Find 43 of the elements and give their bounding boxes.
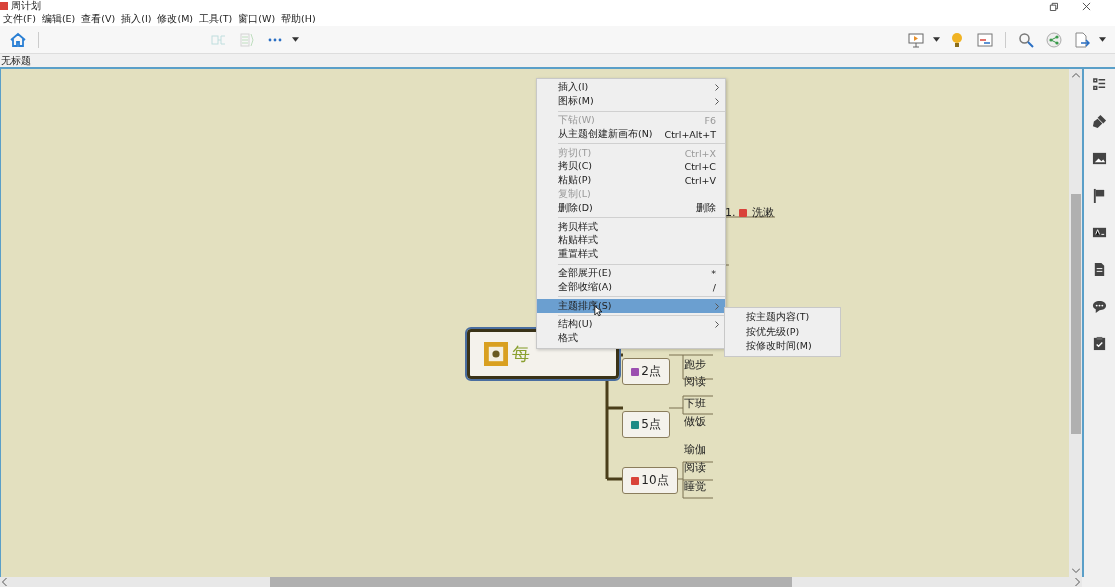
document-tab[interactable]: 无标题 <box>0 53 32 68</box>
subtopic[interactable]: 瑜伽 <box>684 442 706 458</box>
subtopic[interactable]: 下班 <box>684 396 706 412</box>
topic-text: 洗漱 <box>751 205 774 220</box>
context-menu-item[interactable]: 全部收缩(A) / <box>537 280 725 295</box>
context-menu-item[interactable]: 主题排序(S) <box>537 299 725 313</box>
context-menu-item[interactable]: 拷贝(C) Ctrl+C <box>537 160 725 174</box>
context-menu-item[interactable]: 全部展开(E) * <box>537 266 725 281</box>
topic-text: 5点 <box>641 416 661 433</box>
menu-item[interactable]: 插入(I) <box>118 12 155 26</box>
context-menu-item[interactable]: 删除(D) 删除 <box>537 201 725 216</box>
subtopic[interactable]: 跑步 <box>684 357 706 373</box>
topic-text: 10点 <box>641 472 669 489</box>
submenu-item[interactable]: 按主题内容(T) <box>725 310 840 325</box>
window-title: 周计划 <box>11 0 41 12</box>
menu-item[interactable]: 查看(V) <box>78 12 119 26</box>
context-menu-item[interactable]: 拷贝样式 <box>537 220 725 234</box>
subtopic[interactable]: 做饭 <box>684 414 706 430</box>
central-topic-text: 每 <box>512 342 530 366</box>
menu-item[interactable]: 编辑(E) <box>38 12 79 26</box>
submenu-item[interactable]: 按修改时间(M) <box>725 339 840 355</box>
topic-text: 2点 <box>641 363 661 380</box>
menu-item[interactable]: 工具(T) <box>196 12 236 26</box>
topic-node[interactable]: 2点 <box>622 358 670 385</box>
number-label: 1. <box>725 206 736 219</box>
subtopic[interactable]: 阅读 <box>684 374 706 390</box>
context-menu-item[interactable]: 粘贴样式 <box>537 233 725 248</box>
menu-item[interactable]: 窗口(W) <box>235 12 279 26</box>
context-menu-item[interactable]: 粘贴(P) Ctrl+V <box>537 173 725 188</box>
menu-item[interactable]: 文件(F) <box>0 12 39 26</box>
topic-node[interactable]: 5点 <box>622 411 670 438</box>
context-menu-item[interactable]: 插入(I) <box>537 81 725 95</box>
context-menu-item[interactable]: 重置样式 <box>537 247 725 262</box>
context-menu-item[interactable]: 结构(U) <box>537 317 725 332</box>
menu-item[interactable]: 修改(M) <box>154 12 197 26</box>
subtopic[interactable]: 阅读 <box>684 460 706 476</box>
context-menu-item[interactable]: 从主题创建新画布(N) Ctrl+Alt+T <box>537 127 725 142</box>
submenu-item[interactable]: 按优先级(P) <box>725 324 840 340</box>
topic-node[interactable]: 10点 <box>622 467 678 494</box>
subtopic[interactable]: 睡觉 <box>684 479 706 495</box>
context-menu-item[interactable]: 图标(M) <box>537 94 725 109</box>
floating-topic[interactable]: 1. 洗漱 <box>725 205 774 220</box>
menu-item[interactable]: 帮助(H) <box>278 12 319 26</box>
